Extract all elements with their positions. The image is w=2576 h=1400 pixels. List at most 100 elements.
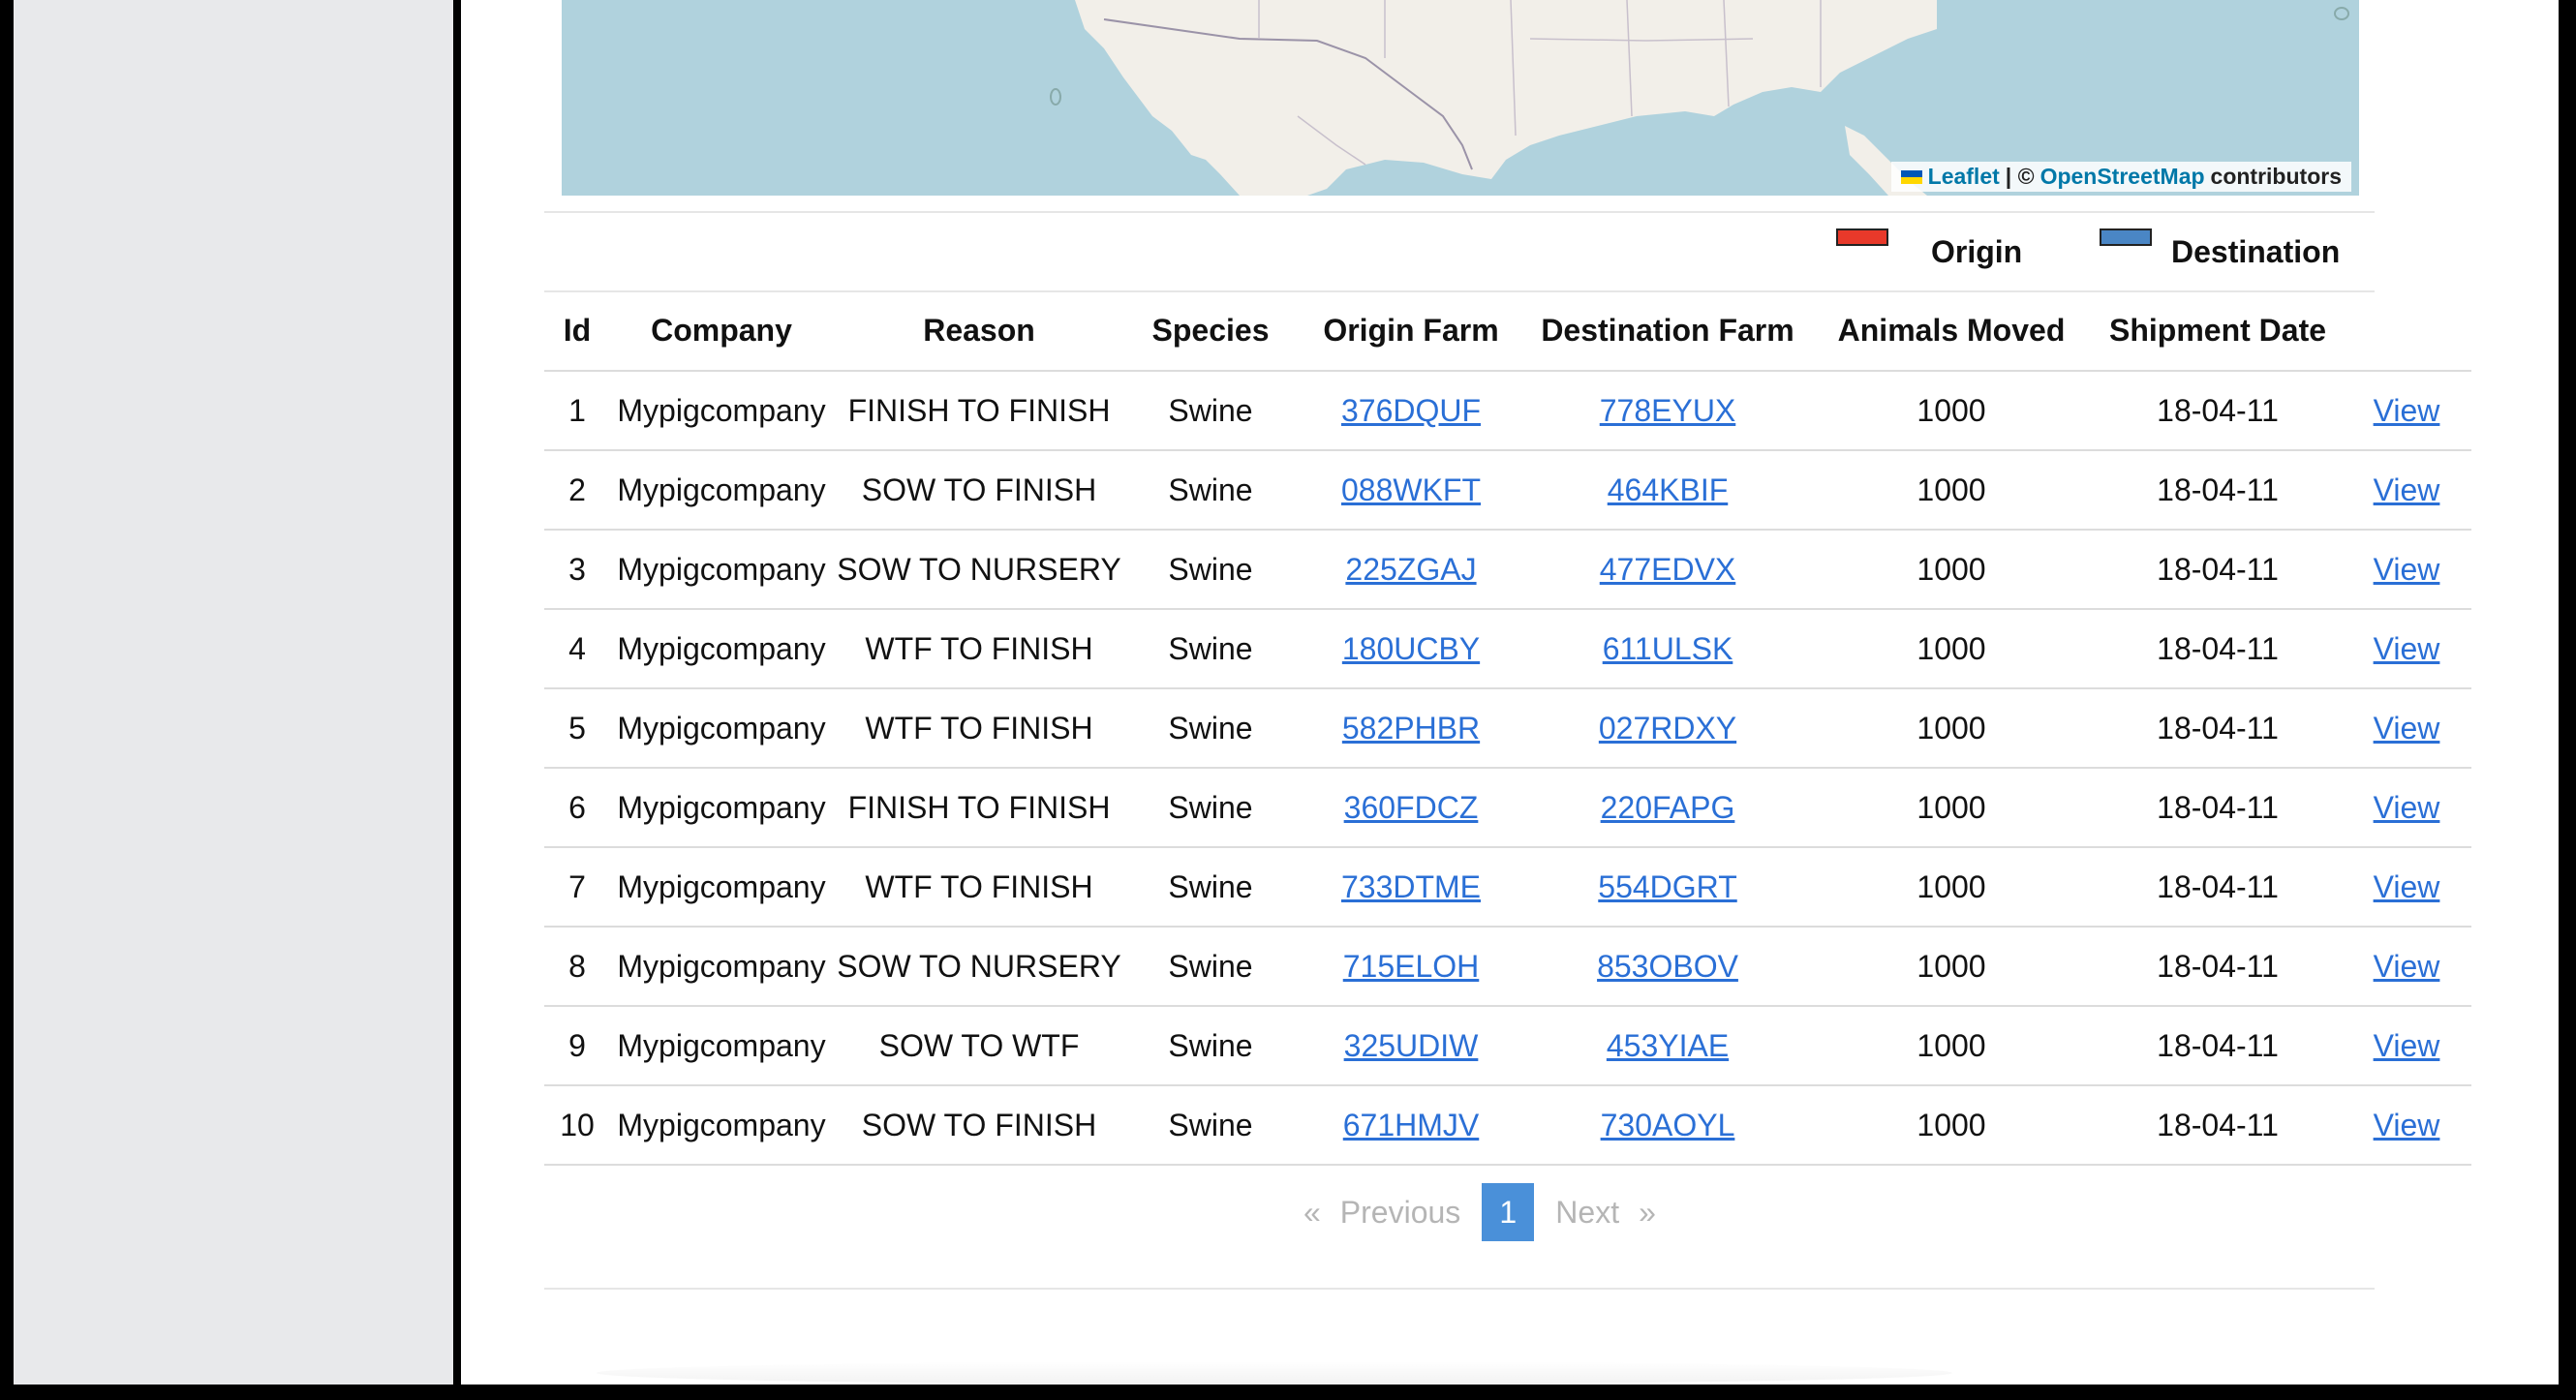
cell-company: Mypigcompany — [617, 789, 826, 825]
origin-farm-link[interactable]: 325UDIW — [1344, 1028, 1479, 1063]
view-link[interactable]: View — [2374, 552, 2440, 587]
header-id[interactable]: Id — [544, 290, 610, 372]
cell-shipment-date: 18-04-11 — [2157, 868, 2279, 904]
view-link[interactable]: View — [2374, 393, 2440, 428]
attribution-contributors: contributors — [2210, 164, 2342, 189]
table-cell: 5 — [544, 688, 610, 769]
table-cell: 18-04-11 — [2094, 530, 2342, 610]
origin-farm-link[interactable]: 088WKFT — [1341, 472, 1481, 507]
table-cell: WTF TO FINISH — [833, 609, 1125, 689]
table-cell: Swine — [1125, 609, 1296, 689]
header-origin-farm[interactable]: Origin Farm — [1296, 290, 1526, 372]
leaflet-link[interactable]: Leaflet — [1928, 164, 2000, 190]
destination-farm-link[interactable]: 611ULSK — [1603, 631, 1733, 666]
table-cell: 18-04-11 — [2094, 371, 2342, 451]
previous-button[interactable]: Previous — [1331, 1195, 1471, 1231]
destination-farm-link[interactable]: 027RDXY — [1599, 711, 1736, 746]
cell-company: Mypigcompany — [617, 630, 826, 666]
table-cell: SOW TO FINISH — [833, 1085, 1125, 1166]
origin-farm-link[interactable]: 225ZGAJ — [1345, 552, 1476, 587]
table-header-row: Id Company Reason Species Origin Farm De… — [544, 290, 2471, 372]
table-row: 9 Mypigcompany SOW TO WTF Swine 325UDIW 453YI… — [544, 1006, 2471, 1086]
next-button[interactable]: Next — [1546, 1195, 1629, 1231]
view-link[interactable]: View — [2374, 1108, 2440, 1142]
view-link[interactable]: View — [2374, 711, 2440, 746]
origin-farm-link[interactable]: 671HMJV — [1343, 1108, 1480, 1142]
header-animals-moved[interactable]: Animals Moved — [1809, 290, 2094, 372]
table-cell: 1 — [544, 371, 610, 451]
origin-farm-link[interactable]: 376DQUF — [1341, 393, 1481, 428]
cell-id: 10 — [560, 1107, 595, 1142]
cell-shipment-date: 18-04-11 — [2157, 1027, 2279, 1063]
view-link[interactable]: View — [2374, 869, 2440, 904]
origin-farm-link[interactable]: 582PHBR — [1342, 711, 1480, 746]
table-cell: Swine — [1125, 688, 1296, 769]
page-1-button[interactable]: 1 — [1482, 1183, 1535, 1241]
table-cell: View — [2342, 688, 2471, 769]
header-destination-farm[interactable]: Destination Farm — [1526, 290, 1809, 372]
view-link[interactable]: View — [2374, 472, 2440, 507]
table-cell: 9 — [544, 1006, 610, 1086]
view-link[interactable]: View — [2374, 631, 2440, 666]
destination-farm-link[interactable]: 554DGRT — [1598, 869, 1736, 904]
destination-farm-link[interactable]: 778EYUX — [1600, 393, 1736, 428]
origin-farm-link[interactable]: 360FDCZ — [1344, 790, 1479, 825]
origin-farm-link[interactable]: 715ELOH — [1343, 949, 1480, 984]
table-cell: 376DQUF — [1296, 371, 1526, 451]
table-row: 6 Mypigcompany FINISH TO FINISH Swine 360FDC… — [544, 768, 2471, 848]
table-row: 8 Mypigcompany SOW TO NURSERY Swine 715ELOH 8… — [544, 927, 2471, 1007]
table-cell: 180UCBY — [1296, 609, 1526, 689]
cell-animals-moved: 1000 — [1917, 551, 1986, 587]
cell-animals-moved: 1000 — [1917, 630, 1986, 666]
header-company[interactable]: Company — [610, 290, 833, 372]
destination-farm-link[interactable]: 853OBOV — [1597, 949, 1738, 984]
cell-id: 2 — [568, 472, 586, 507]
cell-animals-moved: 1000 — [1917, 789, 1986, 825]
origin-farm-link[interactable]: 180UCBY — [1342, 631, 1480, 666]
table-cell: 1000 — [1809, 371, 2094, 451]
table-cell: Mypigcompany — [610, 371, 833, 451]
shipment-map[interactable]: Leaflet | © OpenStreetMap contributors — [562, 0, 2359, 196]
destination-farm-link[interactable]: 464KBIF — [1608, 472, 1729, 507]
table-cell: 778EYUX — [1526, 371, 1809, 451]
table-row: 1 Mypigcompany FINISH TO FINISH Swine 376DQU… — [544, 371, 2471, 451]
cell-reason: SOW TO FINISH — [861, 1107, 1097, 1142]
view-link[interactable]: View — [2374, 790, 2440, 825]
table-cell: View — [2342, 768, 2471, 848]
cell-reason: SOW TO NURSERY — [837, 948, 1121, 984]
destination-farm-link[interactable]: 220FAPG — [1601, 790, 1735, 825]
view-link[interactable]: View — [2374, 1028, 2440, 1063]
table-cell: Swine — [1125, 927, 1296, 1007]
table-row: 5 Mypigcompany WTF TO FINISH Swine 582PHBR 02… — [544, 688, 2471, 769]
cell-animals-moved: 1000 — [1917, 1107, 1986, 1142]
table-cell: View — [2342, 1085, 2471, 1166]
view-link[interactable]: View — [2374, 949, 2440, 984]
table-cell: 671HMJV — [1296, 1085, 1526, 1166]
table-cell: 554DGRT — [1526, 847, 1809, 928]
header-reason[interactable]: Reason — [833, 290, 1125, 372]
cell-species: Swine — [1168, 948, 1253, 984]
origin-farm-link[interactable]: 733DTME — [1341, 869, 1481, 904]
cell-id: 5 — [568, 710, 586, 746]
cell-company: Mypigcompany — [617, 948, 826, 984]
first-page-button[interactable]: « — [1294, 1195, 1331, 1231]
destination-farm-link[interactable]: 453YIAE — [1607, 1028, 1729, 1063]
header-species[interactable]: Species — [1125, 290, 1296, 372]
destination-farm-link[interactable]: 477EDVX — [1600, 552, 1736, 587]
cell-species: Swine — [1168, 392, 1253, 428]
table-cell: Swine — [1125, 371, 1296, 451]
table-cell: 1000 — [1809, 450, 2094, 531]
table-cell: 088WKFT — [1296, 450, 1526, 531]
header-shipment-date[interactable]: Shipment Date — [2094, 290, 2342, 372]
last-page-button[interactable]: » — [1629, 1195, 1666, 1231]
table-cell: Mypigcompany — [610, 1006, 833, 1086]
table-body: 1 Mypigcompany FINISH TO FINISH Swine 376DQU… — [544, 371, 2471, 1166]
cell-species: Swine — [1168, 472, 1253, 507]
openstreetmap-link[interactable]: OpenStreetMap — [2040, 164, 2205, 190]
table-row: 7 Mypigcompany WTF TO FINISH Swine 733DTME 55… — [544, 847, 2471, 928]
table-cell: 18-04-11 — [2094, 1006, 2342, 1086]
table-cell: 4 — [544, 609, 610, 689]
cell-shipment-date: 18-04-11 — [2157, 710, 2279, 746]
destination-farm-link[interactable]: 730AOYL — [1601, 1108, 1735, 1142]
cell-species: Swine — [1168, 1107, 1253, 1142]
